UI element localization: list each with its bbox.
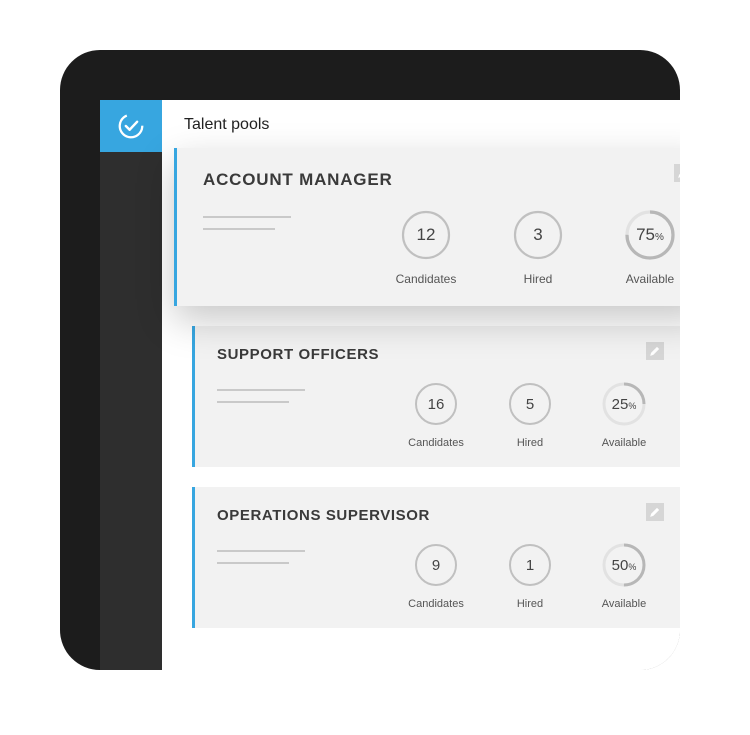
pencil-icon [650, 507, 660, 517]
stat-candidates: 9 Candidates [402, 542, 470, 610]
stat-candidates: 16 Candidates [402, 381, 470, 449]
pool-meta-placeholder [217, 381, 327, 413]
pool-meta-placeholder [203, 208, 313, 240]
app-frame: Talent pools ACCOUNT MANAGER [60, 50, 680, 670]
edit-button[interactable] [646, 503, 664, 521]
checkmark-logo-icon [116, 111, 146, 141]
pool-meta-placeholder [217, 542, 327, 574]
pool-title: SUPPORT OFFICERS [217, 346, 658, 363]
edit-button[interactable] [646, 342, 664, 360]
sidebar [100, 100, 162, 670]
stat-hired: 3 Hired [504, 208, 572, 286]
app-window: Talent pools ACCOUNT MANAGER [100, 100, 680, 670]
talent-pool-list: ACCOUNT MANAGER [162, 148, 680, 628]
pencil-icon [678, 168, 680, 178]
stat-available: 25% Available [590, 381, 658, 449]
stat-candidates: 12 Candidates [392, 208, 460, 286]
stat-available: 75% Available [616, 208, 680, 286]
main-content: Talent pools ACCOUNT MANAGER [162, 100, 680, 670]
pool-title: OPERATIONS SUPERVISOR [217, 507, 658, 524]
talent-pool-card[interactable]: SUPPORT OFFICERS [192, 326, 680, 467]
stat-available: 50% Available [590, 542, 658, 610]
talent-pool-card[interactable]: ACCOUNT MANAGER [174, 148, 680, 306]
edit-button[interactable] [674, 164, 680, 182]
app-logo [100, 100, 162, 152]
talent-pool-card[interactable]: OPERATIONS SUPERVISOR [192, 487, 680, 628]
stat-hired: 1 Hired [496, 542, 564, 610]
pool-title: ACCOUNT MANAGER [203, 170, 680, 190]
stat-hired: 5 Hired [496, 381, 564, 449]
pencil-icon [650, 346, 660, 356]
page-title: Talent pools [162, 100, 680, 148]
